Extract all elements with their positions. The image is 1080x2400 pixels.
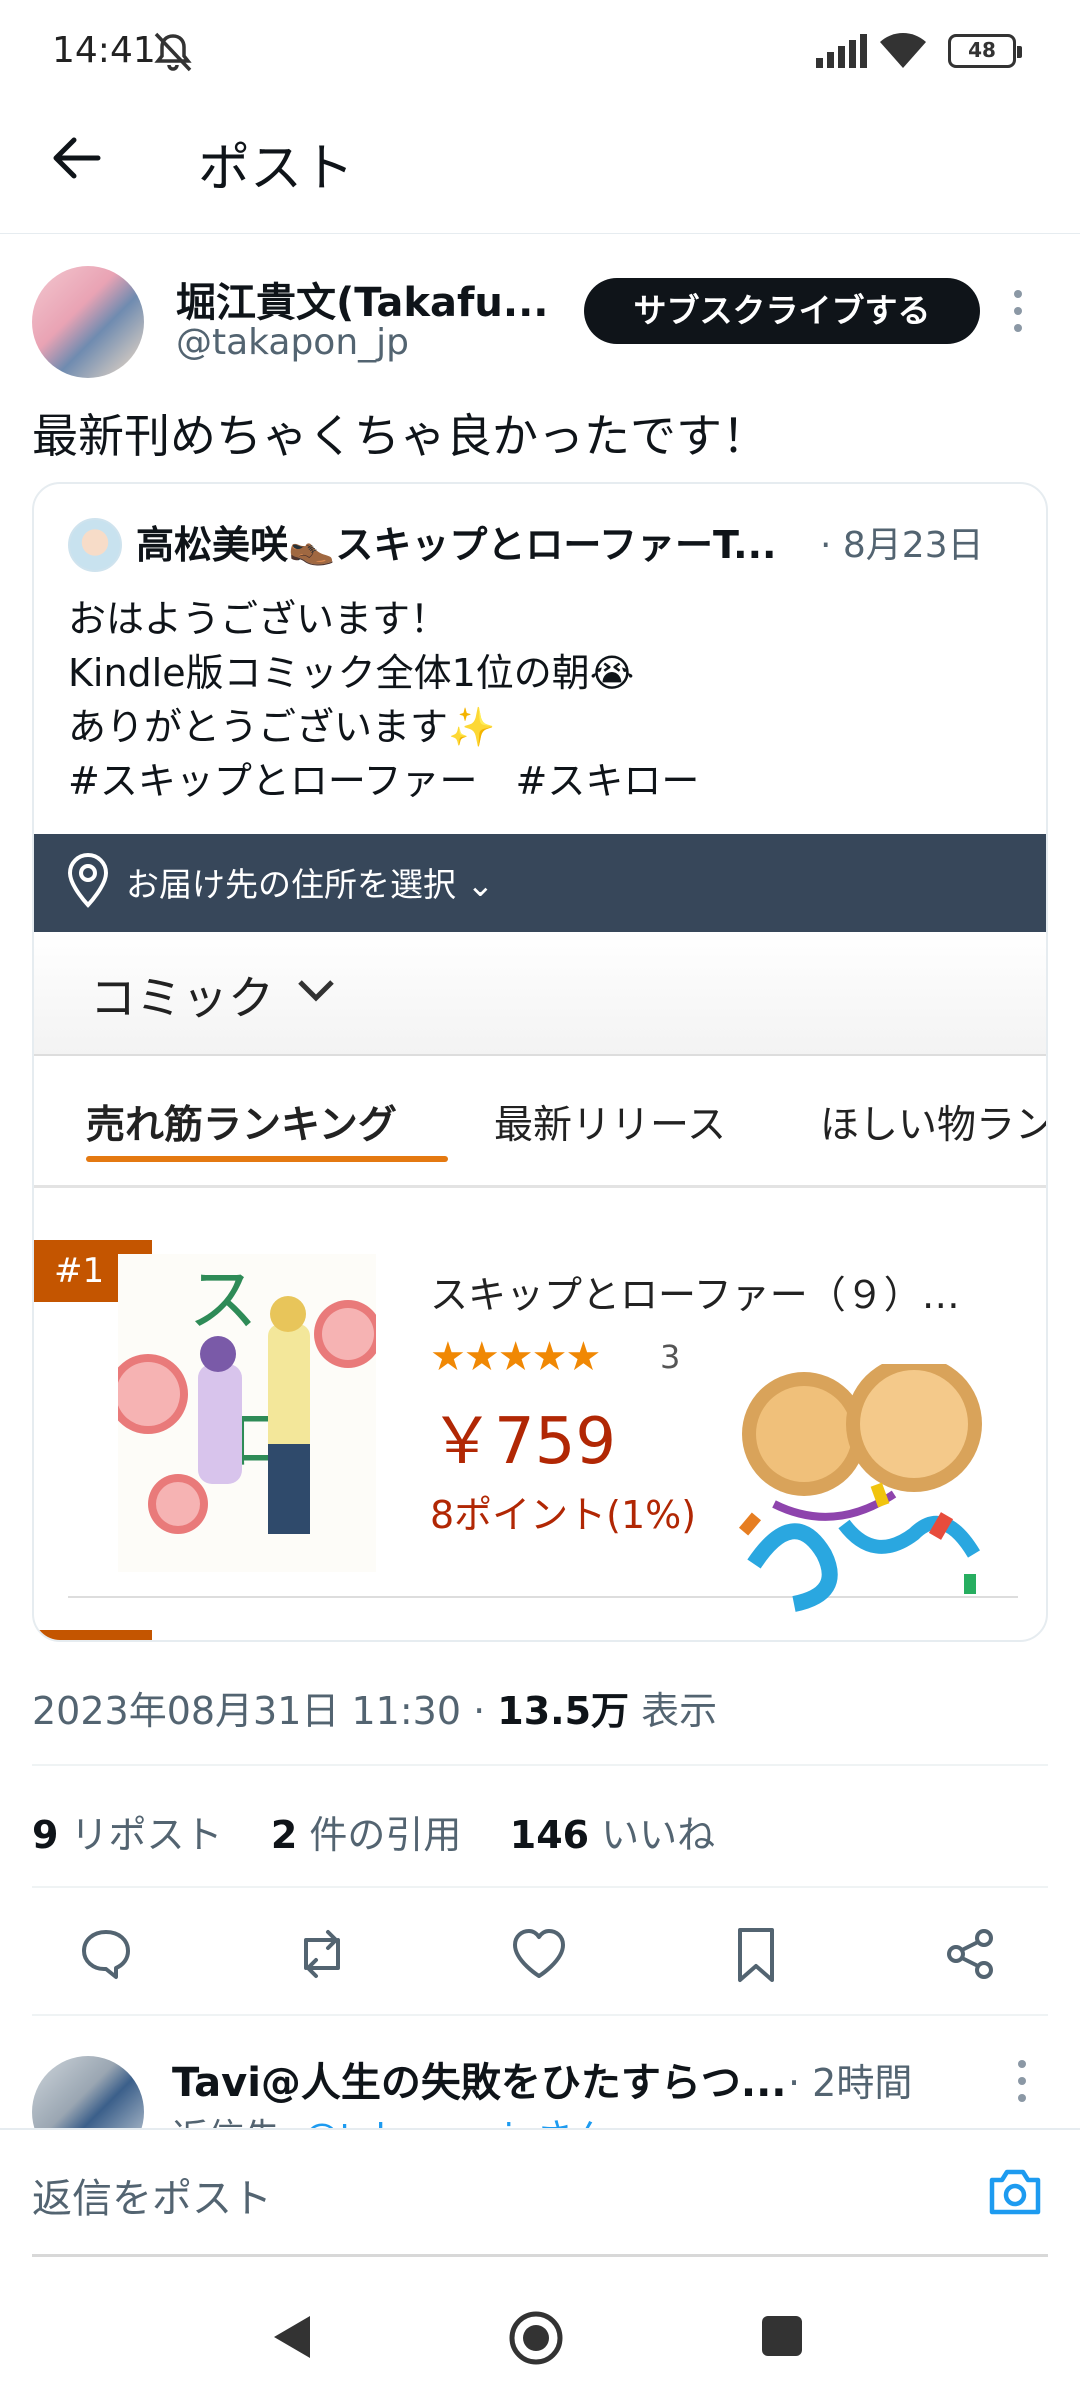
author-avatar[interactable] bbox=[32, 266, 144, 378]
back-arrow-icon[interactable] bbox=[48, 130, 104, 190]
reposts-stat[interactable]: 9 リポスト bbox=[32, 1813, 223, 1857]
top-app-bar: ポスト bbox=[0, 100, 1080, 234]
quoted-author-name: 高松美咲👞スキップとローファーT... bbox=[136, 523, 777, 567]
quoted-post-card[interactable]: 高松美咲👞スキップとローファーT... · 8月23日 おはようございます！ K… bbox=[32, 482, 1048, 1642]
product-points: 8ポイント(1%) bbox=[430, 1493, 697, 1537]
book-cover-image: ス ロ bbox=[118, 1254, 376, 1572]
repost-icon[interactable] bbox=[292, 1926, 352, 1986]
page-title: ポスト bbox=[198, 139, 355, 199]
subscribe-button[interactable]: サブスクライブする bbox=[584, 278, 980, 344]
quoted-post-date: · 8月23日 bbox=[820, 525, 984, 566]
quoted-text-line: ありがとうございます✨ bbox=[68, 705, 496, 749]
nav-home-icon[interactable] bbox=[508, 2310, 564, 2370]
author-name[interactable]: 堀江貴文(Takafu... bbox=[176, 270, 548, 328]
tab-wishlist-ranking: ほしい物ラン bbox=[820, 1103, 1048, 1148]
reply-author-name[interactable]: Tavi@人生の失敗をひたすらつ... bbox=[172, 2050, 787, 2108]
post-text: 最新刊めちゃくちゃ良かったです！ bbox=[32, 409, 768, 463]
nav-back-icon[interactable] bbox=[270, 2312, 314, 2366]
category-label: コミック bbox=[90, 971, 274, 1025]
composer-underline bbox=[32, 2254, 1048, 2257]
mute-icon bbox=[150, 30, 196, 78]
svg-text:ス: ス bbox=[188, 1259, 258, 1341]
more-options-icon[interactable] bbox=[1016, 2060, 1028, 2104]
battery-icon: 48 bbox=[948, 34, 1022, 68]
reply-composer[interactable]: 返信をポスト bbox=[0, 2128, 1080, 2257]
system-navigation-bar bbox=[0, 2280, 1080, 2400]
product-price: ￥759 bbox=[430, 1405, 617, 1479]
product-title: スキップとローファー（９）… bbox=[430, 1273, 960, 1317]
author-handle[interactable]: @takapon_jp bbox=[176, 322, 409, 363]
bookmark-icon[interactable] bbox=[732, 1926, 780, 1988]
views-label: 表示 bbox=[629, 1689, 718, 1733]
delivery-address-label: お届け先の住所を選択 ⌄ bbox=[126, 865, 495, 904]
status-time: 14:41 bbox=[52, 30, 156, 71]
likes-stat[interactable]: 146 いいね bbox=[510, 1813, 715, 1857]
star-rating: ★★★★★ bbox=[430, 1334, 601, 1380]
quoted-text-line: おはようございます！ bbox=[68, 597, 449, 641]
action-bar bbox=[0, 1884, 1080, 2014]
rank-badge-partial bbox=[34, 1630, 152, 1640]
quoted-hashtags: #スキップとローファー #スキロー bbox=[68, 759, 700, 803]
post-timestamp-views: 2023年08月31日 11:30 · 13.5万 表示 bbox=[32, 1680, 717, 1735]
divider bbox=[32, 1764, 1048, 1766]
amazon-ranking-tabs: 売れ筋ランキング 最新リリース ほしい物ラン bbox=[34, 1058, 1048, 1188]
nav-recents-icon[interactable] bbox=[760, 2314, 804, 2362]
tab-new-releases: 最新リリース bbox=[494, 1103, 727, 1148]
chevron-down-icon bbox=[296, 978, 336, 1008]
amazon-delivery-bar: お届け先の住所を選択 ⌄ bbox=[34, 834, 1046, 932]
view-count: 13.5万 bbox=[497, 1689, 630, 1733]
review-count: 3 bbox=[660, 1338, 681, 1376]
party-popper-sticker bbox=[734, 1356, 1014, 1638]
timestamp: 2023年08月31日 11:30 · bbox=[32, 1689, 498, 1733]
status-bar: 14:41 48 bbox=[0, 0, 1080, 100]
tab-bestsellers: 売れ筋ランキング bbox=[86, 1103, 397, 1148]
quoted-text-line: Kindle版コミック全体1位の朝😭 bbox=[68, 651, 635, 695]
amazon-category-header: コミック bbox=[34, 932, 1046, 1056]
quotes-stat[interactable]: 2 件の引用 bbox=[271, 1813, 462, 1857]
active-tab-underline bbox=[86, 1156, 448, 1162]
like-heart-icon[interactable] bbox=[510, 1926, 568, 1986]
divider bbox=[32, 2014, 1048, 2016]
wifi-icon bbox=[878, 30, 928, 74]
signal-icon bbox=[816, 34, 870, 72]
reply-input-placeholder[interactable]: 返信をポスト bbox=[32, 2166, 272, 2224]
reply-icon[interactable] bbox=[78, 1926, 134, 1986]
more-options-icon[interactable] bbox=[1012, 290, 1024, 334]
quoted-author-avatar bbox=[68, 518, 122, 572]
camera-icon[interactable] bbox=[986, 2166, 1044, 2220]
reply-time: · 2時間 bbox=[788, 2061, 913, 2105]
location-pin-icon bbox=[66, 852, 110, 912]
share-icon[interactable] bbox=[942, 1926, 998, 1986]
engagement-stats: 9 リポスト 2 件の引用 146 いいね bbox=[32, 1804, 715, 1859]
